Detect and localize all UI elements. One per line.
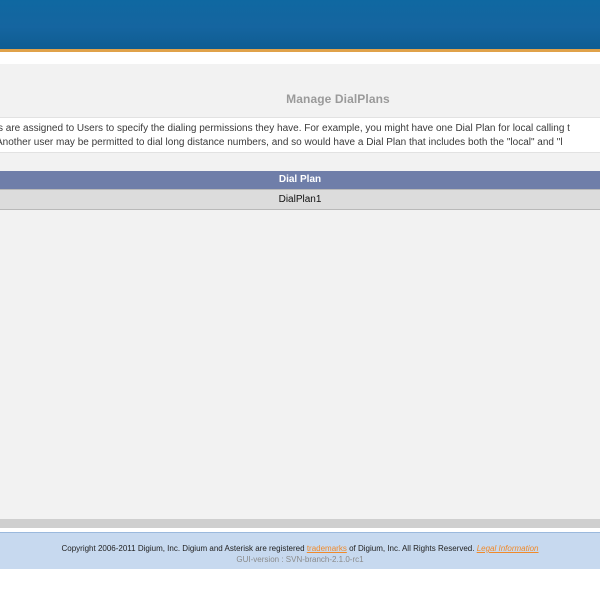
dial-plan-name[interactable]: DialPlan1 [58,190,543,210]
description-panel: s are assigned to Users to specify the d… [0,117,600,153]
dial-plan-column-header: Dial Plan [278,174,322,185]
dialplans-table: Dial Plan DialPlan1 [0,171,600,210]
content-bottom-strip [0,519,600,528]
legal-information-link[interactable]: Legal Information [477,544,539,553]
description-line-1: s are assigned to Users to specify the d… [0,123,570,134]
manage-dialplans-page: Manage DialPlans s are assigned to Users… [0,0,600,600]
main-content: Manage DialPlans s are assigned to Users… [0,64,600,519]
table-row[interactable]: DialPlan1 [0,189,600,209]
bottom-page-background [0,569,600,600]
copyright-prefix: Copyright 2006-2011 Digium, Inc. Digium … [61,544,305,553]
copyright-line: Copyright 2006-2011 Digium, Inc. Digium … [0,543,600,554]
top-header-bar [0,0,600,52]
header-spacer [0,55,600,64]
trademarks-link[interactable]: trademarks [307,544,347,553]
page-title: Manage DialPlans [286,92,390,106]
gui-version-text: GUI-version : SVN-branch-2.1.0-rc1 [236,555,364,564]
table-header: Dial Plan [0,171,600,189]
footer: Copyright 2006-2011 Digium, Inc. Digium … [0,532,600,569]
description-line-2: Another user may be permitted to dial lo… [0,137,563,148]
copyright-suffix: of Digium, Inc. All Rights Reserved. [349,544,475,553]
